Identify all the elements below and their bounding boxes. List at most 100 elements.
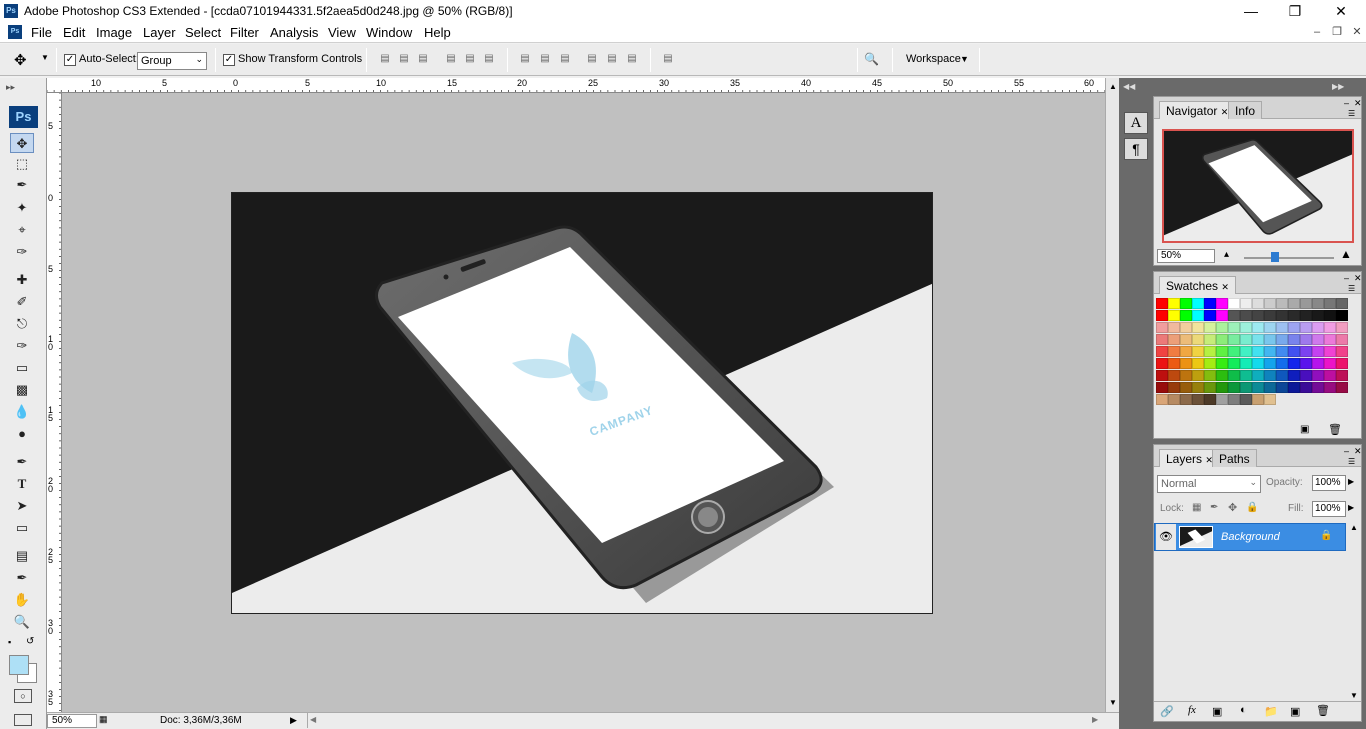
color-swatch[interactable]: [1276, 310, 1288, 321]
color-swatch[interactable]: [1168, 310, 1180, 321]
color-swatch[interactable]: [1168, 358, 1180, 369]
color-swatch[interactable]: [1336, 334, 1348, 345]
distribute-top-icon[interactable]: ▤: [517, 52, 533, 66]
color-swatch[interactable]: [1252, 346, 1264, 357]
doc-minimize-icon[interactable]: –: [1310, 25, 1324, 39]
color-swatch[interactable]: [1216, 346, 1228, 357]
gradient-tool-icon[interactable]: ▩: [10, 380, 34, 400]
color-swatch[interactable]: [1300, 382, 1312, 393]
color-swatch[interactable]: [1156, 358, 1168, 369]
color-swatch[interactable]: [1276, 334, 1288, 345]
color-swatch[interactable]: [1168, 370, 1180, 381]
color-swatch[interactable]: [1312, 358, 1324, 369]
default-colors-icon[interactable]: ▪: [8, 637, 11, 647]
color-swatch[interactable]: [1264, 346, 1276, 357]
color-swatch[interactable]: [1204, 310, 1216, 321]
color-swatch[interactable]: [1288, 298, 1300, 309]
panel-minimize-icon[interactable]: –: [1344, 446, 1349, 456]
visibility-eye-icon[interactable]: 👁: [1156, 524, 1176, 550]
color-swatch[interactable]: [1276, 346, 1288, 357]
menu-image[interactable]: Image: [96, 25, 132, 40]
color-swatch[interactable]: [1276, 370, 1288, 381]
quick-mask-icon[interactable]: ○: [14, 689, 32, 703]
navigator-thumbnail[interactable]: [1162, 129, 1354, 243]
zoom-tool-icon[interactable]: 🔍: [10, 612, 34, 632]
color-swatch[interactable]: [1156, 370, 1168, 381]
layer-mask-icon[interactable]: ▣: [1212, 705, 1222, 718]
history-brush-icon[interactable]: ✑: [10, 336, 34, 356]
color-swatch[interactable]: [1264, 334, 1276, 345]
color-swatch[interactable]: [1156, 346, 1168, 357]
collapse-dock-icon[interactable]: ▶▶: [1332, 82, 1344, 91]
path-selection-icon[interactable]: ➤: [10, 496, 34, 516]
lock-transparency-icon[interactable]: ▦: [1192, 502, 1201, 513]
lock-pixels-icon[interactable]: ✒: [1210, 502, 1218, 513]
menu-help[interactable]: Help: [424, 25, 451, 40]
color-swatch[interactable]: [1156, 298, 1168, 309]
color-swatch[interactable]: [1300, 370, 1312, 381]
menu-window[interactable]: Window: [366, 25, 412, 40]
menu-analysis[interactable]: Analysis: [270, 25, 318, 40]
color-swatch[interactable]: [1264, 394, 1276, 405]
color-swatch[interactable]: [1168, 346, 1180, 357]
navigator-zoom-field[interactable]: 50%: [1157, 249, 1215, 263]
close-icon[interactable]: ✕: [1354, 446, 1362, 457]
color-swatch[interactable]: [1156, 310, 1168, 321]
color-swatch[interactable]: [1228, 298, 1240, 309]
slice-tool-icon[interactable]: ✑: [10, 242, 34, 262]
color-swatch[interactable]: [1288, 322, 1300, 333]
color-swatch[interactable]: [1312, 310, 1324, 321]
color-swatch[interactable]: [1252, 382, 1264, 393]
eyedropper-icon[interactable]: ✒: [10, 568, 34, 588]
zoom-in-icon[interactable]: ▲: [1340, 247, 1352, 261]
layer-style-icon[interactable]: fx: [1188, 704, 1196, 716]
color-swatch[interactable]: [1204, 334, 1216, 345]
align-top-icon[interactable]: ▤: [377, 52, 393, 66]
color-swatch[interactable]: [1252, 358, 1264, 369]
dodge-tool-icon[interactable]: ●: [10, 424, 34, 444]
color-swatch[interactable]: [1180, 382, 1192, 393]
align-vcenter-icon[interactable]: ▤: [396, 52, 412, 66]
color-swatch[interactable]: [1168, 394, 1180, 405]
color-swatch[interactable]: [1216, 310, 1228, 321]
color-swatch[interactable]: [1312, 298, 1324, 309]
swatch-grid[interactable]: [1156, 298, 1350, 405]
blur-tool-icon[interactable]: 💧: [10, 402, 34, 422]
color-swatch[interactable]: [1168, 298, 1180, 309]
color-swatch[interactable]: [1276, 298, 1288, 309]
color-swatch[interactable]: [1336, 346, 1348, 357]
color-swatch[interactable]: [1240, 310, 1252, 321]
panel-menu-icon[interactable]: ☰: [1348, 284, 1355, 293]
color-swatch[interactable]: [1324, 334, 1336, 345]
color-swatch[interactable]: [1288, 334, 1300, 345]
shape-tool-icon[interactable]: ▭: [10, 518, 34, 538]
lock-position-icon[interactable]: ✥: [1228, 501, 1237, 514]
color-swatch[interactable]: [1228, 382, 1240, 393]
doc-close-icon[interactable]: ✕: [1350, 25, 1364, 39]
color-swatch[interactable]: [1240, 394, 1252, 405]
color-swatch[interactable]: [1336, 310, 1348, 321]
chevron-down-icon[interactable]: ▼: [1109, 698, 1117, 707]
color-swatch[interactable]: [1276, 358, 1288, 369]
minimize-icon[interactable]: —: [1228, 0, 1274, 22]
color-swatch[interactable]: [1252, 334, 1264, 345]
tab-layers[interactable]: Layers ✕: [1159, 449, 1220, 467]
move-tool-icon[interactable]: ✥: [10, 133, 34, 153]
tab-swatches[interactable]: Swatches ✕: [1159, 276, 1236, 294]
color-swatch[interactable]: [1192, 310, 1204, 321]
color-swatch[interactable]: [1156, 322, 1168, 333]
notes-tool-icon[interactable]: ▤: [10, 546, 34, 566]
distribute-left-icon[interactable]: ▤: [584, 52, 600, 66]
color-swatch[interactable]: [1228, 370, 1240, 381]
close-icon[interactable]: ✕: [1354, 98, 1362, 109]
chevron-right-icon[interactable]: ▶: [1348, 477, 1354, 486]
color-swatch[interactable]: [1288, 310, 1300, 321]
color-swatch[interactable]: [1336, 298, 1348, 309]
color-swatch[interactable]: [1216, 382, 1228, 393]
color-swatch[interactable]: [1288, 382, 1300, 393]
character-panel-icon[interactable]: A: [1124, 112, 1148, 134]
color-swatch[interactable]: [1288, 370, 1300, 381]
color-swatch[interactable]: [1216, 322, 1228, 333]
doc-restore-icon[interactable]: ❐: [1330, 25, 1344, 39]
color-swatch[interactable]: [1264, 382, 1276, 393]
